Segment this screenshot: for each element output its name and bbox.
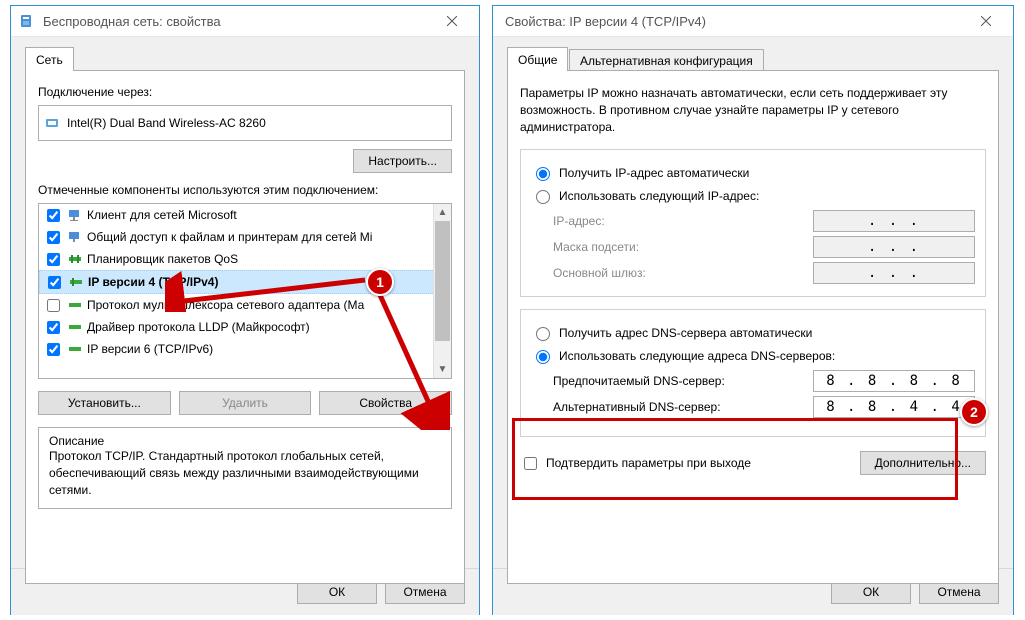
scrollbar-thumb[interactable] [435,221,450,341]
item-label: IP версии 6 (TCP/IPv6) [87,342,213,356]
scroll-down-icon[interactable]: ▼ [434,361,451,378]
checkbox[interactable] [47,209,60,222]
ip-address-input: . . . [813,210,975,232]
protocol-icon [68,274,84,290]
network-card-icon [17,12,35,30]
titlebar[interactable]: Беспроводная сеть: свойства [11,6,479,37]
callout-1: 1 [366,268,394,296]
preferred-dns-label: Предпочитаемый DNS-сервер: [553,374,813,388]
radio-auto-dns[interactable]: Получить адрес DNS-сервера автоматически [531,324,975,341]
description-group: Описание Протокол TCP/IP. Стандартный пр… [38,427,452,509]
radio[interactable] [536,167,550,181]
dns-group: Получить адрес DNS-сервера автоматически… [520,309,986,437]
checkbox[interactable] [47,299,60,312]
uninstall-button[interactable]: Удалить [179,391,312,415]
item-label: Клиент для сетей Microsoft [87,208,237,222]
checkbox[interactable] [47,321,60,334]
radio[interactable] [536,327,550,341]
radio-label: Получить IP-адрес автоматически [559,166,749,180]
radio-auto-ip[interactable]: Получить IP-адрес автоматически [531,164,975,181]
protocol-icon [67,341,83,357]
install-button[interactable]: Установить... [38,391,171,415]
radio-label: Получить адрес DNS-сервера автоматически [559,326,812,340]
list-item[interactable]: Планировщик пакетов QoS [39,248,451,270]
info-text: Параметры IP можно назначать автоматичес… [520,85,986,135]
close-button[interactable] [431,6,473,36]
confirm-on-exit[interactable]: Подтвердить параметры при выходе [520,454,860,473]
item-label: Протокол мультиплексора сетевого адаптер… [87,298,364,312]
protocol-icon [67,297,83,313]
checkbox[interactable] [524,457,537,470]
checkbox[interactable] [48,276,61,289]
confirm-label: Подтвердить параметры при выходе [546,456,751,470]
close-button[interactable] [965,6,1007,36]
tab-network[interactable]: Сеть [25,47,74,71]
subnet-mask-label: Маска подсети: [553,240,813,254]
alternate-dns-input[interactable]: 8 . 8 . 4 . 4 [813,396,975,418]
client-icon [67,207,83,223]
ip-address-group: Получить IP-адрес автоматически Использо… [520,149,986,297]
radio[interactable] [536,350,550,364]
titlebar[interactable]: Свойства: IP версии 4 (TCP/IPv4) [493,6,1013,37]
adapter-name: Intel(R) Dual Band Wireless-AC 8260 [67,116,266,130]
ipv4-properties-window: Свойства: IP версии 4 (TCP/IPv4) Общие А… [492,5,1014,615]
protocol-icon [67,319,83,335]
list-item[interactable]: IP версии 6 (TCP/IPv6) [39,338,451,360]
wireless-properties-window: Беспроводная сеть: свойства Сеть Подключ… [10,5,480,615]
tab-alternative[interactable]: Альтернативная конфигурация [569,49,764,72]
window-title: Свойства: IP версии 4 (TCP/IPv4) [505,14,965,29]
list-item[interactable]: Общий доступ к файлам и принтерам для се… [39,226,451,248]
checkbox[interactable] [47,343,60,356]
radio-label: Использовать следующие адреса DNS-сервер… [559,349,835,363]
components-label: Отмеченные компоненты используются этим … [38,183,452,197]
description-text: Протокол TCP/IP. Стандартный протокол гл… [49,448,441,498]
item-label: IP версии 4 (TCP/IPv4) [88,275,218,289]
radio-label: Использовать следующий IP-адрес: [559,189,759,203]
tab-general[interactable]: Общие [507,47,568,71]
scroll-up-icon[interactable]: ▲ [434,204,451,221]
window-title: Беспроводная сеть: свойства [43,14,431,29]
scrollbar[interactable]: ▲ ▼ [433,204,451,378]
item-label: Общий доступ к файлам и принтерам для се… [87,230,372,244]
advanced-button[interactable]: Дополнительно... [860,451,986,475]
alternate-dns-label: Альтернативный DNS-сервер: [553,400,813,414]
window-body: Общие Альтернативная конфигурация Параме… [493,37,1013,615]
item-label: Планировщик пакетов QoS [87,252,238,266]
list-item[interactable]: Клиент для сетей Microsoft [39,204,451,226]
radio[interactable] [536,190,550,204]
share-icon [67,229,83,245]
list-item[interactable]: Протокол мультиплексора сетевого адаптер… [39,294,451,316]
checkbox[interactable] [47,231,60,244]
adapter-display[interactable]: Intel(R) Dual Band Wireless-AC 8260 [38,105,452,141]
description-label: Описание [45,434,108,448]
radio-manual-dns[interactable]: Использовать следующие адреса DNS-сервер… [531,347,975,364]
radio-manual-ip[interactable]: Использовать следующий IP-адрес: [531,187,975,204]
ip-address-label: IP-адрес: [553,214,813,228]
gateway-label: Основной шлюз: [553,266,813,280]
panel-network: Подключение через: Intel(R) Dual Band Wi… [25,70,465,584]
panel-general: Параметры IP можно назначать автоматичес… [507,70,999,584]
adapter-icon [45,115,61,131]
window-body: Сеть Подключение через: Intel(R) Dual Ba… [11,37,479,615]
subnet-mask-input: . . . [813,236,975,258]
configure-button[interactable]: Настроить... [353,149,452,173]
preferred-dns-input[interactable]: 8 . 8 . 8 . 8 [813,370,975,392]
properties-button[interactable]: Свойства [319,391,452,415]
connect-via-label: Подключение через: [38,85,452,99]
checkbox[interactable] [47,253,60,266]
list-item[interactable]: Драйвер протокола LLDP (Майкрософт) [39,316,451,338]
qos-icon [67,251,83,267]
gateway-input: . . . [813,262,975,284]
callout-2: 2 [960,398,988,426]
item-label: Драйвер протокола LLDP (Майкрософт) [87,320,310,334]
